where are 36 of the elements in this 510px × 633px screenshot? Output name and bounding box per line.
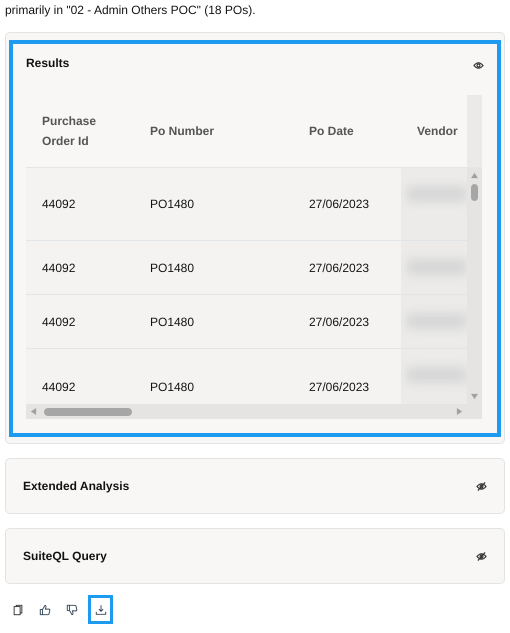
scroll-left-icon[interactable]: [30, 407, 37, 416]
table-cell-text: 27/06/2023: [308, 197, 370, 211]
table-cell-text: 44092: [41, 380, 76, 394]
table-cell-text: PO1480: [149, 314, 196, 328]
table-cell-text: 27/06/2023: [308, 380, 370, 394]
eye-slash-icon[interactable]: [476, 552, 487, 560]
table-cell-text: PO1480: [149, 260, 196, 274]
table-cell-text: 44092: [41, 197, 76, 211]
table-cell-text: 44092: [41, 260, 76, 274]
intro-text: primarily in "02 - Admin Others POC" (18 POs).: [5, 2, 257, 18]
column-header: Purchase Order Id: [41, 113, 98, 150]
panel-title: Extended Analysis: [23, 479, 130, 493]
thumbs-down-icon: [66, 604, 78, 616]
horizontal-scrollbar[interactable]: [26, 404, 482, 419]
table-cell-text: 27/06/2023: [308, 314, 370, 328]
thumbs-up-icon: [38, 604, 50, 616]
scroll-thumb[interactable]: [44, 408, 132, 416]
scroll-down-icon[interactable]: [470, 393, 479, 400]
download-icon: [94, 604, 106, 616]
eye-slash-icon[interactable]: [476, 482, 487, 490]
table-cell-text: 44092: [41, 314, 76, 328]
download-button[interactable]: [88, 595, 113, 624]
eye-icon[interactable]: [473, 61, 484, 70]
column-header: Po Date: [308, 123, 355, 140]
table-cell-text: PO1480: [149, 197, 196, 211]
column-header: Vendor: [416, 123, 459, 140]
panel-title: SuiteQL Query: [23, 549, 107, 563]
scroll-up-icon[interactable]: [470, 172, 479, 179]
vertical-scrollbar[interactable]: [467, 168, 482, 404]
table-cell-text: PO1480: [149, 380, 196, 394]
column-header: Po Number: [149, 123, 216, 140]
scroll-thumb[interactable]: [471, 184, 478, 201]
table-cell-text: 27/06/2023: [308, 260, 370, 274]
panel-title: Results: [26, 56, 70, 70]
copy-icon: [12, 604, 24, 616]
scroll-right-icon[interactable]: [456, 407, 463, 416]
